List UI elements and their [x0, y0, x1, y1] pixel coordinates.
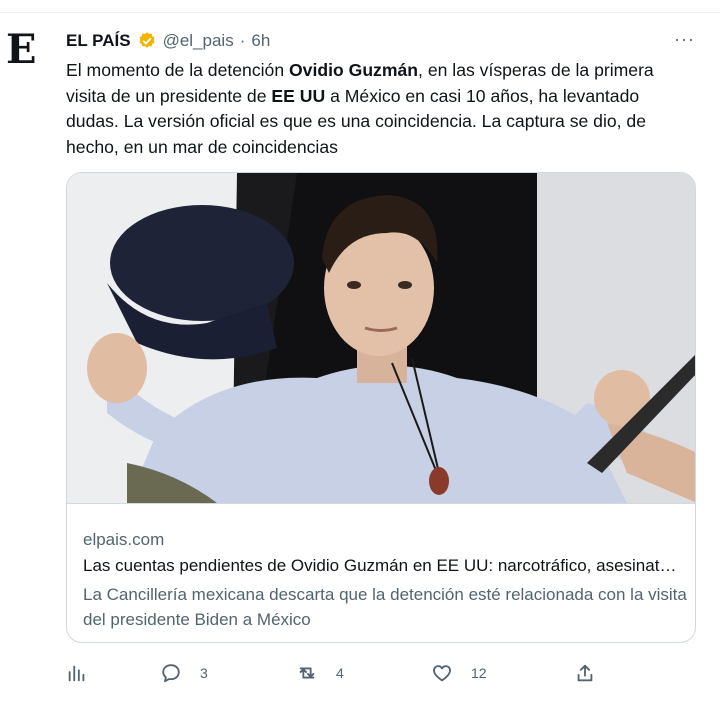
verified-badge-icon[interactable] [137, 31, 157, 51]
like-button[interactable]: 12 [431, 660, 487, 686]
account-handle[interactable]: @el_pais [163, 31, 234, 51]
analytics-icon [68, 665, 85, 682]
analytics-button[interactable] [66, 660, 88, 686]
card-description: La Cancillería mexicana descarta que la … [83, 585, 687, 629]
timeline-divider [0, 0, 720, 13]
card-domain: elpais.com [83, 530, 165, 549]
like-count: 12 [471, 665, 487, 681]
more-options-icon[interactable]: ··· [674, 30, 698, 52]
tweet-text-bold: EE UU [271, 85, 326, 106]
reply-count: 3 [200, 665, 208, 681]
retweet-count: 4 [336, 665, 344, 681]
reply-button[interactable]: 3 [160, 660, 208, 686]
tweet-timestamp[interactable]: 6h [251, 31, 270, 51]
retweet-icon [299, 667, 315, 679]
share-button[interactable] [574, 660, 596, 686]
account-name[interactable]: EL PAÍS [66, 31, 131, 51]
card-title[interactable]: Las cuentas pendientes de Ovidio Guzmán … [83, 556, 683, 576]
tweet-text: El momento de la detención Ovidio Guzmán… [66, 58, 696, 160]
card-photo[interactable] [67, 173, 696, 503]
card-body[interactable]: elpais.com Las cuentas pendientes de Ovi… [67, 503, 695, 629]
reply-icon [162, 664, 180, 683]
avatar[interactable]: E [6, 30, 38, 70]
tweet-header: EL PAÍS @el_pais · 6h [66, 30, 270, 52]
retweet-button[interactable]: 4 [296, 660, 344, 686]
heart-icon [433, 665, 451, 682]
tweet-text-part: El momento de la detención [66, 60, 289, 80]
separator-dot: · [239, 31, 246, 50]
tweet-actions: 3 4 12 [66, 660, 696, 686]
link-preview-card[interactable]: elpais.com Las cuentas pendientes de Ovi… [66, 172, 696, 643]
tweet-text-bold: Ovidio Guzmán [289, 60, 419, 80]
share-icon [577, 664, 593, 682]
